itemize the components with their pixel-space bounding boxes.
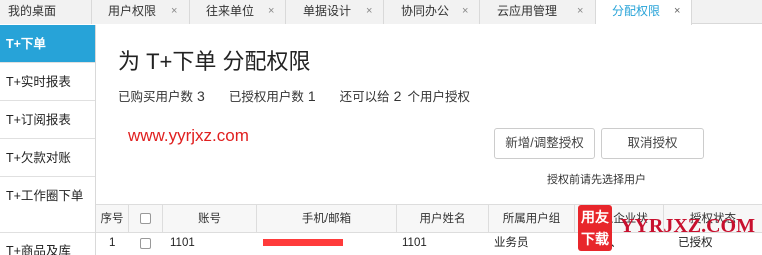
sidebar-item-label: T+商品及库 (6, 244, 71, 255)
tab-label: 用户权限 (108, 4, 157, 18)
tab-label: 往来单位 (206, 4, 255, 18)
sidebar-item-label: T+订阅报表 (6, 113, 71, 127)
sidebar-item-realtime-report[interactable]: T+实时报表 (0, 63, 95, 101)
remaining-value: 2 (393, 88, 402, 104)
selection-hint: 授权前请先选择用户 (547, 174, 646, 186)
tab-label: 协同办公 (401, 4, 450, 18)
authorized-label: 已授权用户数 (228, 90, 304, 104)
sidebar-item-workcircle-order[interactable]: T+工作圈下单 (0, 177, 95, 233)
remaining-suffix: 个用户授权 (407, 90, 470, 104)
sidebar-item-label: T+下单 (6, 37, 46, 51)
row-checkbox[interactable] (140, 238, 151, 249)
sidebar-item-label: T+工作圈下单 (6, 189, 84, 203)
tab-user-permission[interactable]: 用户权限 × (92, 0, 190, 24)
cell-username: 1101 (402, 237, 427, 249)
select-all-checkbox[interactable] (140, 213, 151, 224)
sidebar: T+下单 T+实时报表 T+订阅报表 T+欠款对账 T+工作圈下单 T+商品及库 (0, 25, 96, 255)
site-logo: 用友 下载 YYRJXZ.COM (578, 203, 762, 255)
close-icon[interactable]: × (462, 0, 468, 23)
sidebar-item-goods-stock[interactable]: T+商品及库 (0, 233, 95, 255)
cell-account: 1101 (170, 237, 195, 249)
sidebar-item-t-order[interactable]: T+下单 (0, 25, 95, 63)
cell-index: 1 (109, 237, 116, 249)
sidebar-item-label: T+欠款对账 (6, 151, 71, 165)
redacted-phone-email (263, 239, 343, 246)
cell-group: 业务员 (494, 237, 529, 249)
tab-contacts[interactable]: 往来单位 × (190, 0, 286, 24)
col-select (129, 205, 163, 233)
purchased-value: 3 (197, 88, 205, 104)
tab-collaboration[interactable]: 协同办公 × (384, 0, 480, 24)
close-icon[interactable]: × (674, 0, 680, 23)
close-icon[interactable]: × (171, 0, 177, 23)
tab-label: 单据设计 (303, 4, 352, 18)
logo-badge-line2: 下载 (581, 231, 609, 247)
license-stats: 已购买用户数 3 已授权用户数 1 还可以给 2 个用户授权 (118, 86, 470, 105)
add-adjust-auth-button[interactable]: 新增/调整授权 (494, 128, 595, 159)
col-account: 账号 (163, 205, 257, 233)
tab-label: 我的桌面 (8, 4, 57, 18)
tab-label: 分配权限 (612, 4, 661, 18)
close-icon[interactable]: × (268, 0, 274, 23)
remaining-prefix: 还可以给 (339, 90, 390, 104)
page-title: 为 T+下单 分配权限 (118, 49, 311, 74)
cancel-auth-button[interactable]: 取消授权 (601, 128, 704, 159)
close-icon[interactable]: × (577, 0, 583, 23)
tab-document-design[interactable]: 单据设计 × (286, 0, 384, 24)
logo-text: YYRJXZ.COM (620, 215, 755, 237)
logo-badge-line1: 用友 (581, 209, 609, 225)
authorized-value: 1 (307, 88, 316, 104)
purchased-label: 已购买用户数 (118, 90, 194, 104)
logo-badge: 用友 下载 (578, 205, 612, 251)
sidebar-item-debt-reconcile[interactable]: T+欠款对账 (0, 139, 95, 177)
watermark-url: www.yyrjxz.com (128, 126, 249, 145)
sidebar-item-label: T+实时报表 (6, 75, 71, 89)
tab-assign-permission[interactable]: 分配权限 × (596, 0, 692, 25)
tab-cloud-apps[interactable]: 云应用管理 × (480, 0, 596, 24)
col-group: 所属用户组 (489, 205, 575, 233)
tab-label: 云应用管理 (497, 4, 558, 18)
tab-my-desktop[interactable]: 我的桌面 (0, 0, 92, 24)
col-username: 用户姓名 (397, 205, 489, 233)
col-phone-email: 手机/邮箱 (257, 205, 397, 233)
tab-bar: 我的桌面 用户权限 × 往来单位 × 单据设计 × 协同办公 × 云应用管理 ×… (0, 0, 762, 25)
col-index: 序号 (96, 205, 129, 233)
sidebar-item-subscribe-report[interactable]: T+订阅报表 (0, 101, 95, 139)
close-icon[interactable]: × (366, 0, 372, 23)
